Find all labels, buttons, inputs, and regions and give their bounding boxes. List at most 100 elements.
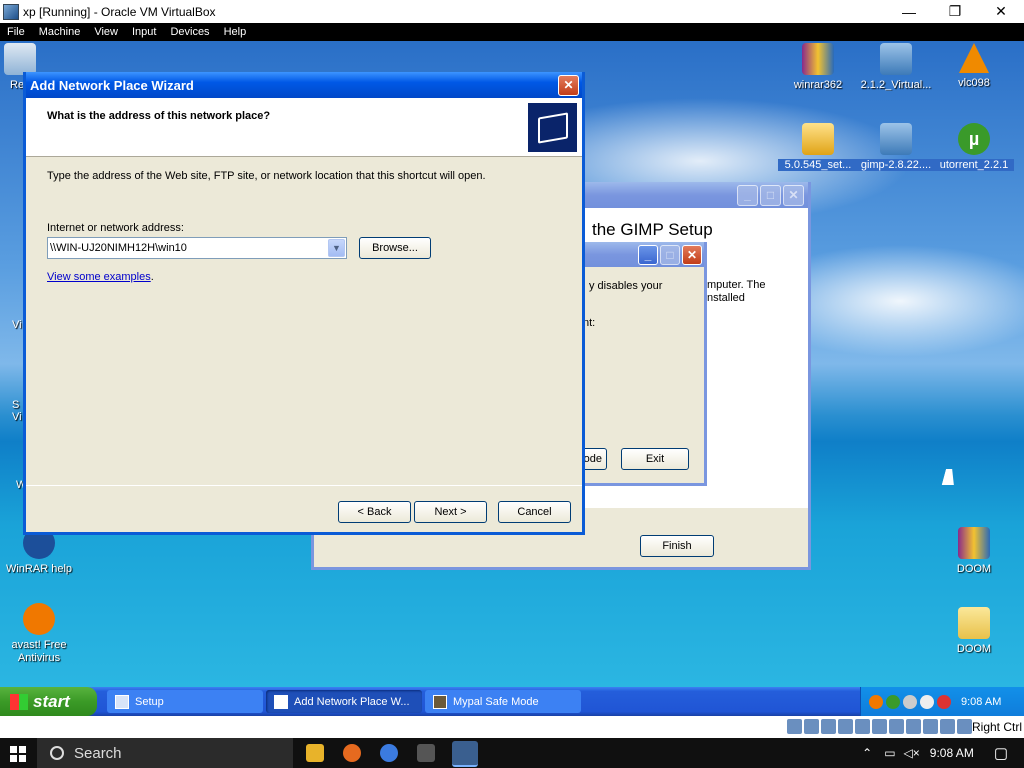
xp-clock: 9:08 AM xyxy=(961,695,1002,708)
network-status-icon[interactable]: ▭ xyxy=(884,746,895,760)
utorrent-tray-icon[interactable] xyxy=(886,694,900,709)
desktop-icon-vlc[interactable]: vlc098 xyxy=(934,43,1014,89)
host-maximize-button[interactable]: ❐ xyxy=(932,0,978,23)
virtualbox-icon xyxy=(3,3,19,20)
host-close-button[interactable]: ✕ xyxy=(978,0,1024,23)
back-button[interactable]: < Back xyxy=(338,501,411,523)
doom1-label: DOOM xyxy=(956,563,992,575)
desktop-icon-doom-1[interactable]: DOOM xyxy=(934,527,1014,575)
desktop-icon-set[interactable]: 5.0.545_set... xyxy=(778,123,858,171)
host-titlebar: xp [Running] - Oracle VM VirtualBox — ❐ … xyxy=(0,0,1024,23)
cube-app-icon[interactable] xyxy=(417,744,435,762)
optical-drive-icon[interactable] xyxy=(804,719,819,734)
examples-row: View some examples. xyxy=(47,271,154,283)
host-key-label: Right Ctrl xyxy=(971,720,1022,734)
exit-button[interactable]: Exit xyxy=(621,448,689,470)
task-mypal[interactable]: Mypal Safe Mode xyxy=(425,690,581,713)
task-add-network-place[interactable]: Add Network Place W... xyxy=(266,690,422,713)
virtualbox-statusbar: Right Ctrl xyxy=(0,716,1024,738)
search-box[interactable]: Search xyxy=(37,738,293,768)
address-value: \\WIN-UJ20NIMH12H\win10 xyxy=(50,242,187,254)
desktop-icon-avast[interactable]: avast! Free Antivirus xyxy=(0,603,79,665)
avast-tray-icon[interactable] xyxy=(869,694,883,709)
network-icon[interactable] xyxy=(838,719,853,734)
audio-icon[interactable] xyxy=(821,719,836,734)
wizard-task-icon xyxy=(274,694,288,709)
mouse-integration-icon[interactable] xyxy=(940,719,955,734)
chevron-down-icon[interactable]: ▼ xyxy=(328,239,345,257)
firefox-icon[interactable] xyxy=(343,744,361,762)
host-menubar: File Machine View Input Devices Help xyxy=(0,23,1024,41)
cancel-button[interactable]: Cancel xyxy=(498,501,571,523)
menu-file[interactable]: File xyxy=(0,26,32,38)
gimp-maximize-button[interactable]: □ xyxy=(760,184,781,206)
next-button[interactable]: Next > xyxy=(414,501,487,523)
menu-machine[interactable]: Machine xyxy=(32,26,88,38)
hard-disk-icon[interactable] xyxy=(787,719,802,734)
gimp-label: gimp-2.8.22.... xyxy=(856,159,936,171)
wizard-close-button[interactable]: ✕ xyxy=(558,74,579,96)
gimp-minimize-button[interactable]: _ xyxy=(737,184,758,206)
recording-icon[interactable] xyxy=(906,719,921,734)
network-place-icon xyxy=(528,103,577,152)
inner-close-button[interactable]: ✕ xyxy=(682,244,702,265)
menu-devices[interactable]: Devices xyxy=(163,26,216,38)
notification-icon[interactable]: ▢ xyxy=(994,744,1008,762)
setup-task-icon xyxy=(115,694,129,709)
inner-maximize-button[interactable]: □ xyxy=(660,244,680,265)
desktop-icon-virtual[interactable]: 2.1.2_Virtual... xyxy=(856,43,936,91)
menu-help[interactable]: Help xyxy=(217,26,254,38)
cpu-icon[interactable] xyxy=(923,719,938,734)
display-icon[interactable] xyxy=(889,719,904,734)
desktop-icon-winrar362[interactable]: winrar362 xyxy=(778,43,858,91)
installer-icon xyxy=(880,43,912,75)
file-explorer-icon[interactable] xyxy=(306,744,324,762)
windows-flag-icon xyxy=(10,693,28,710)
virtualbox-taskbar-icon[interactable] xyxy=(452,741,478,767)
menu-view[interactable]: View xyxy=(87,26,125,38)
utorrent-icon: µ xyxy=(958,123,990,155)
start-button[interactable]: start xyxy=(0,687,97,716)
desktop-icon-gimp[interactable]: gimp-2.8.22.... xyxy=(856,123,936,171)
shared-folders-icon[interactable] xyxy=(872,719,887,734)
security-tray-icon[interactable] xyxy=(937,694,951,709)
vlc-cone-icon xyxy=(959,43,989,73)
installer-icon xyxy=(880,123,912,155)
view-examples-link[interactable]: View some examples xyxy=(47,271,151,283)
windows-start-icon[interactable] xyxy=(10,746,26,762)
winrar-help-label: WinRAR help xyxy=(5,563,73,575)
winrar-archive-icon xyxy=(958,527,990,559)
finish-button[interactable]: Finish xyxy=(640,535,714,557)
wizard-heading: What is the address of this network plac… xyxy=(47,110,271,122)
desktop-icon-utorrent[interactable]: µ utorrent_2.2.1 xyxy=(934,123,1014,171)
chrome-icon[interactable] xyxy=(380,744,398,762)
chevron-up-icon[interactable]: ⌃ xyxy=(862,746,872,760)
usb-icon[interactable] xyxy=(855,719,870,734)
wizard-title: Add Network Place Wizard xyxy=(30,77,194,93)
folder-icon xyxy=(958,607,990,639)
volume-muted-icon[interactable]: ◁× xyxy=(904,746,920,760)
recycle-bin-icon xyxy=(4,43,36,75)
examples-period: . xyxy=(150,271,154,283)
xp-taskbar: start Setup Add Network Place W... Mypal… xyxy=(0,687,1024,716)
virtual-label: 2.1.2_Virtual... xyxy=(860,79,932,91)
gimp-side-text: mputer. The nstalled xyxy=(707,279,766,304)
browse-button[interactable]: Browse... xyxy=(359,237,431,259)
task-setup[interactable]: Setup xyxy=(107,690,263,713)
shield-tray-icon[interactable] xyxy=(920,694,934,709)
wizard-divider xyxy=(26,485,582,486)
network-tray-icon[interactable] xyxy=(903,694,917,709)
gimp-close-button[interactable]: ✕ xyxy=(783,184,804,206)
address-combobox[interactable]: \\WIN-UJ20NIMH12H\win10 ▼ xyxy=(47,237,347,259)
doom2-label: DOOM xyxy=(956,643,992,655)
keyboard-icon[interactable] xyxy=(957,719,972,734)
menu-input[interactable]: Input xyxy=(125,26,163,38)
host-minimize-button[interactable]: — xyxy=(886,0,932,23)
windows10-tray: ⌃ ▭ ◁× 9:08 AM ▢ xyxy=(862,738,1024,768)
avast-icon xyxy=(23,603,55,635)
inner-minimize-button[interactable]: _ xyxy=(638,244,658,265)
desktop-icon-doom-2[interactable]: DOOM xyxy=(934,607,1014,655)
task-mypal-label: Mypal Safe Mode xyxy=(453,695,539,708)
search-placeholder: Search xyxy=(74,744,122,762)
start-label: start xyxy=(33,691,70,711)
